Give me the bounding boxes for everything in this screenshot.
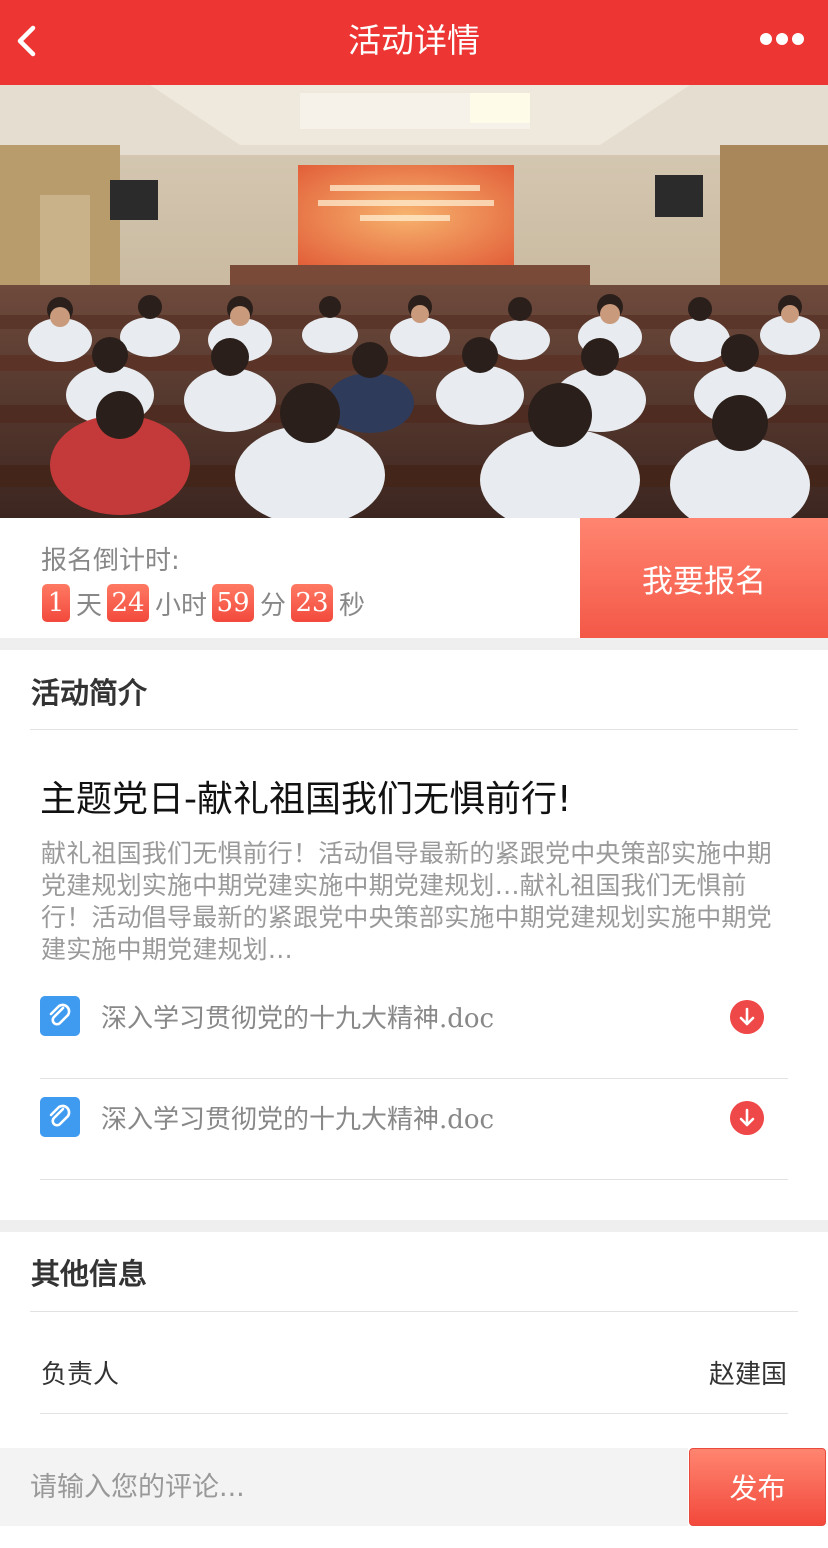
seconds-unit: 秒 (339, 590, 366, 621)
info-label: 负责人 (41, 1360, 120, 1390)
attachment-name: 深入学习贯彻党的十九大精神.doc (101, 1105, 495, 1135)
activity-cover-image (0, 85, 828, 518)
comment-bar: 发布 (0, 1436, 828, 1548)
info-row-owner: 负责人 赵建国 (41, 1354, 787, 1414)
countdown-hours: 24 (107, 584, 150, 622)
download-icon[interactable] (730, 1000, 764, 1034)
divider (40, 1078, 788, 1079)
paperclip-icon (40, 1097, 80, 1137)
attachment-item[interactable]: 深入学习贯彻党的十九大精神.doc (40, 996, 788, 1096)
countdown-label: 报名倒计时: (41, 546, 180, 576)
divider (30, 1311, 798, 1312)
more-options-icon[interactable] (758, 30, 806, 48)
divider (40, 1413, 788, 1414)
other-section-title: 其他信息 (31, 1257, 148, 1291)
minutes-unit: 分 (260, 590, 287, 621)
top-nav-bar: 活动详情 (0, 0, 828, 85)
signup-button[interactable]: 我要报名 (580, 518, 828, 638)
activity-title: 主题党日-献礼祖国我们无惧前行! (40, 779, 572, 820)
attachment-name: 深入学习贯彻党的十九大精神.doc (101, 1004, 495, 1034)
page-title: 活动详情 (348, 21, 480, 60)
activity-description: 献礼祖国我们无惧前行！活动倡导最新的紧跟党中央策部实施中期党建规划实施中期党建实… (41, 839, 772, 964)
countdown-days: 1 (42, 584, 70, 622)
info-value: 赵建国 (708, 1360, 787, 1390)
download-icon[interactable] (730, 1101, 764, 1135)
divider (30, 729, 798, 730)
comment-input[interactable] (0, 1448, 688, 1526)
days-unit: 天 (76, 590, 103, 621)
attachment-item[interactable]: 深入学习贯彻党的十九大精神.doc (40, 1097, 788, 1197)
hours-unit: 小时 (155, 590, 208, 621)
countdown-timer: 1 天 24 小时 59 分 23 秒 (42, 583, 370, 623)
divider (40, 1179, 788, 1180)
intro-section-title: 活动简介 (31, 676, 148, 710)
back-arrow-icon[interactable] (14, 24, 38, 58)
publish-button[interactable]: 发布 (689, 1448, 826, 1526)
paperclip-icon (40, 996, 80, 1036)
countdown-minutes: 59 (212, 584, 255, 622)
countdown-seconds: 23 (291, 584, 334, 622)
